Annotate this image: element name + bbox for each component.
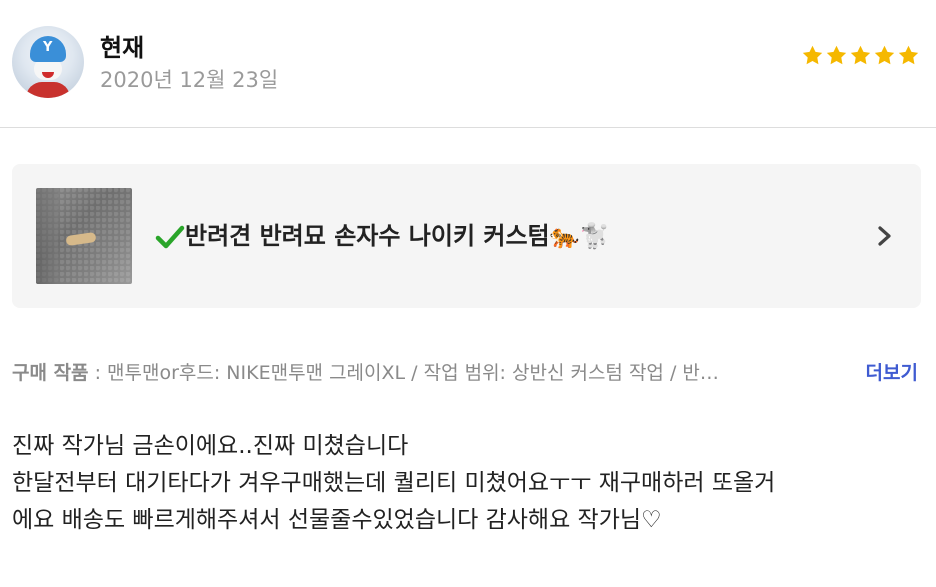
avatar[interactable]: Y [12,26,84,98]
product-title[interactable]: 반려견 반려묘 손자수 나이키 커스텀🐅🐩 [155,217,609,255]
reviewer-name: 현재 [100,34,145,62]
review-line: 진짜 작가님 금손이에요..진짜 미쳤습니다 [12,433,409,459]
star-icon [874,45,895,65]
review-line: 한달전부터 대기타다가 겨우구매했는데 퀄리티 미쳤어요ㅜㅜ 재구매하러 또올거 [12,470,776,496]
pet-emoji-icons: 🐅🐩 [549,222,610,250]
review-line: 에요 배송도 빠르게해주셔서 선물줄수있었습니다 감사해요 작가님♡ [12,507,662,533]
star-icon [898,45,919,65]
review-header: Y 현재 2020년 12월 23일 [0,0,936,128]
review-date: 2020년 12월 23일 [100,68,279,92]
chevron-right-icon[interactable] [873,222,895,250]
more-link[interactable]: 더보기 [866,358,918,385]
star-icon [802,45,823,65]
purchased-options: 구매 작품 : 맨투맨or후드: NIKE맨투맨 그레이XL / 작업 범위: … [12,358,922,385]
options-label: 구매 작품 [12,362,89,384]
rating-stars [801,44,920,67]
star-icon [826,45,847,65]
checkmark-icon [155,225,185,249]
product-title-text: 반려견 반려묘 손자수 나이키 커스텀 [185,222,550,250]
product-thumbnail[interactable] [36,188,132,284]
review-body: 진짜 작가님 금손이에요..진짜 미쳤습니다 한달전부터 대기타다가 겨우구매했… [12,428,924,539]
options-separator: : [88,362,108,384]
star-icon [850,45,871,65]
options-text: 맨투맨or후드: NIKE맨투맨 그레이XL / 작업 범위: 상반신 커스텀 … [107,362,719,384]
product-link-card[interactable]: 반려견 반려묘 손자수 나이키 커스텀🐅🐩 [12,164,921,308]
